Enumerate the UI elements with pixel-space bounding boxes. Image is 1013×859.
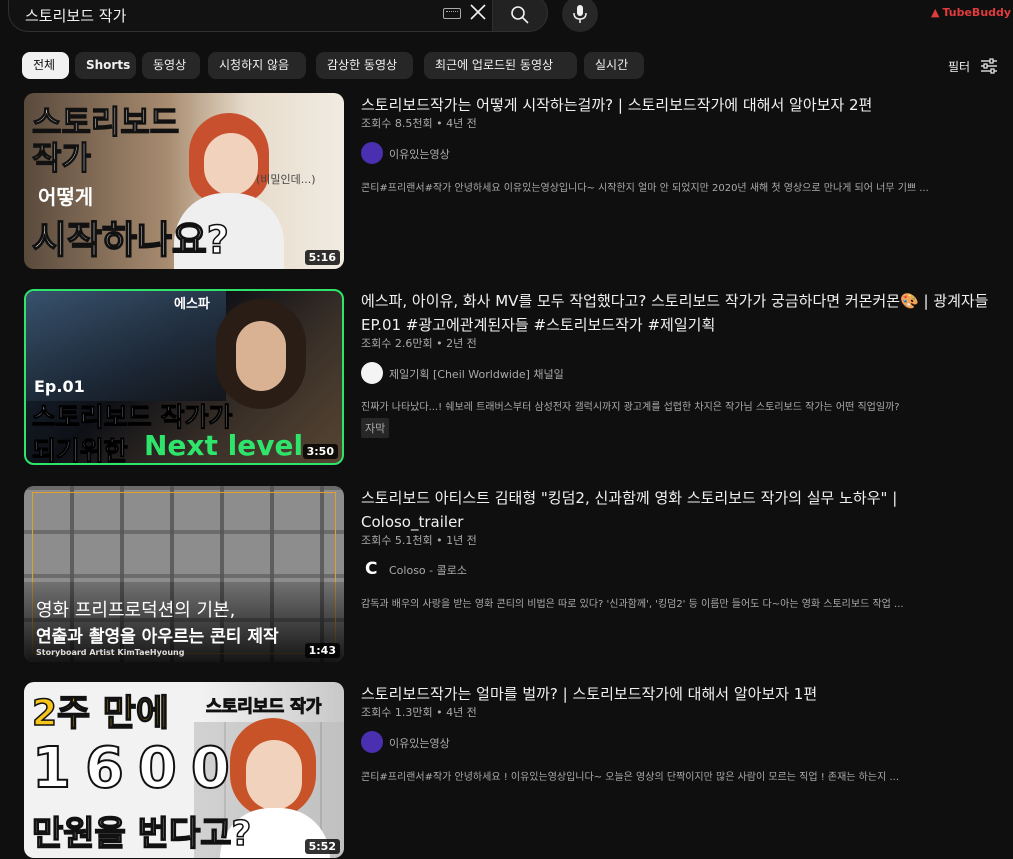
video-duration: 1:43 xyxy=(304,643,340,658)
thumbnail-text: Storyboard Artist KimTaeHyoung xyxy=(36,648,185,657)
tubebuddy-label: TubeBuddy S xyxy=(942,6,1013,19)
channel-avatar[interactable] xyxy=(361,362,383,384)
video-title[interactable]: 에스파, 아이유, 화사 MV를 모두 작업했다고? 스토리보드 작가가 궁금하… xyxy=(361,289,1001,337)
thumbnail-face xyxy=(236,321,286,391)
tubebuddy-extension[interactable]: ▲TubeBuddy S xyxy=(931,6,1013,19)
thumbnail-face xyxy=(246,740,302,810)
thumbnail-text: 작가 xyxy=(31,138,91,177)
video-thumbnail[interactable]: 영화 프리프로덕션의 기본, 연출과 촬영을 아우르는 콘티 제작 Storyb… xyxy=(24,486,344,662)
search-icon xyxy=(511,6,529,24)
chip-live[interactable]: 실시간 xyxy=(584,52,644,79)
subtitles-badge: 자막 xyxy=(361,418,390,438)
chip-recently-uploaded[interactable]: 최근에 업로드된 동영상 xyxy=(424,52,577,79)
chip-all[interactable]: 전체 xyxy=(22,52,69,79)
microphone-icon xyxy=(573,5,587,23)
top-bar: 스토리보드 작가 ▲TubeBuddy S xyxy=(0,0,1013,34)
video-title[interactable]: 스토리보드 아티스트 김태형 "킹덤2, 신과함께 영화 스토리보드 작가의 실… xyxy=(361,486,1001,534)
video-duration: 3:50 xyxy=(302,444,338,459)
keyboard-icon[interactable] xyxy=(443,8,461,19)
thumbnail-text: 스토리보드 작가 xyxy=(205,697,322,718)
filter-icon[interactable] xyxy=(980,57,998,75)
thumbnail-text: 2주 만에 xyxy=(31,692,169,735)
video-meta: 조회수 2.6만회 • 2년 전 xyxy=(361,337,477,350)
video-result: 2주 만에 스토리보드 작가 1600 만원을 번다고? 5:52 스토리보드작… xyxy=(0,682,1013,859)
video-description: 진짜가 나타났다...! 쉐보레 트래버스부터 삼성전자 갤럭시까지 광고계를 … xyxy=(361,402,900,413)
video-title[interactable]: 스토리보드작가는 얼마를 벌까? | 스토리보드작가에 대해서 알아보자 1편 xyxy=(361,682,1001,706)
filter-label: 필터 xyxy=(948,60,971,74)
thumbnail-text: 만원을 번다고? xyxy=(31,813,252,855)
thumbnail-text: (비밀인데...) xyxy=(256,173,316,186)
video-thumbnail[interactable]: 스토리보드 작가 어떻게 시작하나요? (비밀인데...) 5:16 xyxy=(24,93,344,269)
channel-avatar[interactable] xyxy=(361,731,383,753)
chip-unwatched[interactable]: 시청하지 않음 xyxy=(208,52,306,79)
video-thumbnail[interactable]: 2주 만에 스토리보드 작가 1600 만원을 번다고? 5:52 xyxy=(24,682,344,858)
search-button[interactable] xyxy=(492,0,548,32)
video-result: 스토리보드 작가 어떻게 시작하나요? (비밀인데...) 5:16 스토리보드… xyxy=(0,93,1013,275)
chip-shorts[interactable]: Shorts xyxy=(75,52,136,79)
video-description: 감독과 배우의 사랑을 받는 영화 콘티의 비법은 따로 있다? '신과함께',… xyxy=(361,599,904,610)
video-result: 에스파 Ep.01 스토리보드 작가가 되기위한 Next level 3:50… xyxy=(0,289,1013,471)
video-meta: 조회수 1.3만회 • 4년 전 xyxy=(361,706,477,719)
thumbnail-text: 1600 xyxy=(31,735,244,802)
thumbnail-text: 되기위한 xyxy=(32,437,129,465)
chip-videos[interactable]: 동영상 xyxy=(142,52,200,79)
video-result: 영화 프리프로덕션의 기본, 연출과 촬영을 아우르는 콘티 제작 Storyb… xyxy=(0,486,1013,668)
video-thumbnail[interactable]: 에스파 Ep.01 스토리보드 작가가 되기위한 Next level 3:50 xyxy=(24,289,344,465)
voice-search-button[interactable] xyxy=(562,0,598,32)
video-duration: 5:52 xyxy=(304,839,340,854)
thumbnail-text: Ep.01 xyxy=(34,377,85,396)
search-query[interactable]: 스토리보드 작가 xyxy=(25,5,126,26)
thumbnail-face xyxy=(204,133,258,195)
channel-name[interactable]: 제일기획 [Cheil Worldwide] 채널일 xyxy=(389,366,564,382)
thumbnail-text: 어떻게 xyxy=(38,185,94,209)
video-description: 콘티#프리랜서#작가 안녕하세요 ! 이유있는영상입니다~ 오늘은 영상의 단짝… xyxy=(361,772,899,783)
filter-button[interactable]: 필터 xyxy=(948,58,970,75)
channel-name[interactable]: Coloso - 콜로소 xyxy=(389,562,467,578)
video-description: 콘티#프리랜서#작가 안녕하세요 이유있는영상입니다~ 시작한지 얼마 안 되었… xyxy=(361,183,929,194)
channel-name[interactable]: 이유있는영상 xyxy=(389,735,450,751)
thumbnail-text: 에스파 xyxy=(174,297,210,312)
thumbnail-text: Next level xyxy=(144,429,304,462)
video-meta: 조회수 5.1천회 • 1년 전 xyxy=(361,534,477,547)
channel-avatar[interactable] xyxy=(361,142,383,164)
coloso-logo-icon: C xyxy=(365,559,378,579)
channel-name[interactable]: 이유있는영상 xyxy=(389,146,450,162)
thumbnail-text: 시작하나요? xyxy=(31,217,229,263)
chip-watched[interactable]: 감상한 동영상 xyxy=(316,52,413,79)
video-meta: 조회수 8.5천회 • 4년 전 xyxy=(361,117,477,130)
video-title[interactable]: 스토리보드작가는 어떻게 시작하는걸까? | 스토리보드작가에 대해서 알아보자… xyxy=(361,93,1001,117)
warning-icon: ▲ xyxy=(931,6,940,19)
search-input[interactable]: 스토리보드 작가 xyxy=(8,0,492,32)
clear-icon[interactable] xyxy=(467,1,489,23)
video-duration: 5:16 xyxy=(304,250,340,265)
thumbnail-text: 연출과 촬영을 아우르는 콘티 제작 xyxy=(36,627,279,647)
channel-avatar[interactable]: C xyxy=(361,558,385,582)
thumbnail-text: 영화 프리프로덕션의 기본, xyxy=(36,600,236,621)
